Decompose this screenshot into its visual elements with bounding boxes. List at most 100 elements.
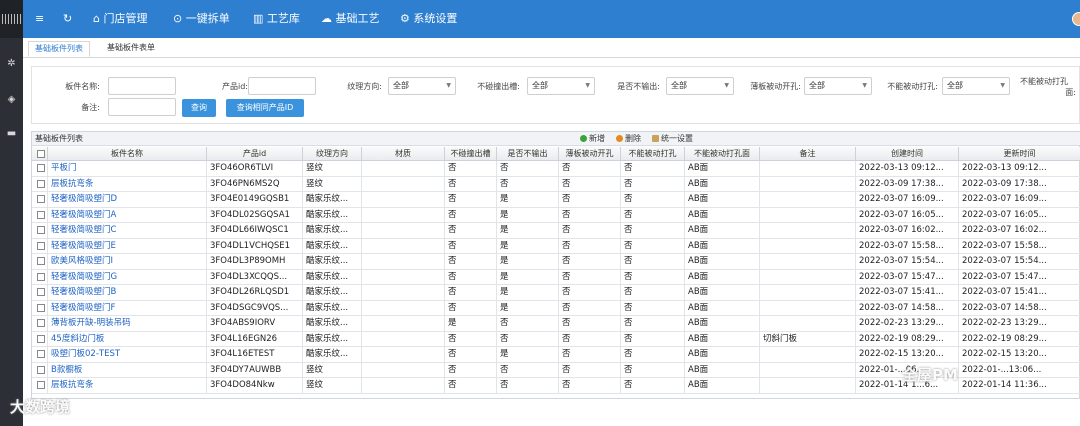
col-board-name-cell[interactable]: 45度斜边门板 bbox=[48, 331, 207, 347]
col-thin-hole-cell: 否 bbox=[559, 316, 621, 331]
col-material-header[interactable]: 材质 bbox=[362, 147, 445, 161]
row-checkbox[interactable] bbox=[37, 226, 45, 234]
col-no-hole-face-header[interactable]: 不能被动打孔面 bbox=[685, 147, 760, 161]
row-checkbox[interactable] bbox=[37, 334, 45, 343]
nav-item-split[interactable]: ⊙ 一键拆单 bbox=[173, 0, 230, 38]
row-checkbox[interactable] bbox=[37, 195, 45, 203]
row-checkbox[interactable] bbox=[37, 164, 45, 172]
row-checkbox[interactable] bbox=[37, 210, 45, 219]
col-board-name-cell[interactable]: 层板抗弯条 bbox=[48, 378, 207, 393]
select-all-checkbox[interactable] bbox=[37, 150, 45, 158]
note-label: 备注: bbox=[81, 103, 100, 112]
row-select-cell bbox=[32, 300, 48, 316]
row-checkbox[interactable] bbox=[37, 381, 45, 389]
col-product-id-header[interactable]: 产品id bbox=[207, 147, 303, 161]
col-product-id-cell: 3FO46OR6TLVI bbox=[207, 161, 303, 176]
nav-item-basic-craft[interactable]: ☁ 基础工艺 bbox=[321, 0, 380, 38]
row-select-cell bbox=[32, 316, 48, 331]
nohole-select[interactable]: 全部 ▼ bbox=[942, 77, 1010, 95]
row-select-cell bbox=[32, 285, 48, 300]
table-row[interactable]: 平板门 3FO46OR6TLVI 竖纹否否否否 AB面 2022-03-13 09:12… bbox=[32, 161, 1080, 177]
thin-select[interactable]: 全部 ▼ bbox=[804, 77, 872, 95]
nav-item-craft-library[interactable]: ▥ 工艺库 bbox=[253, 0, 300, 38]
row-checkbox[interactable] bbox=[37, 303, 45, 312]
col-created-cell: 2022-03-09 17:38... bbox=[856, 176, 959, 192]
col-board-name-cell[interactable]: 欧美风格吸塑门I bbox=[48, 254, 207, 269]
table-row[interactable]: 轻奢极简吸塑门G 3FO4DL3XCQQS... 酷家乐纹... 否是否否 AB面 202… bbox=[32, 269, 1080, 285]
col-material-cell bbox=[362, 254, 445, 269]
nav-item-settings[interactable]: ⚙ 系统设置 bbox=[400, 0, 457, 38]
refresh-icon[interactable]: ↻ bbox=[63, 0, 72, 38]
col-note-cell bbox=[760, 285, 856, 300]
tools-icon[interactable]: ✲ bbox=[5, 57, 18, 70]
table-row[interactable]: 轻奢极简吸塑门B 3FO4DL26RLQSD1 酷家乐纹... 否是否否 AB面 2022… bbox=[32, 285, 1080, 301]
delete-button[interactable]: 删除 bbox=[616, 133, 641, 144]
name-input[interactable] bbox=[108, 77, 176, 95]
row-checkbox[interactable] bbox=[37, 179, 45, 188]
table-row[interactable]: 层板抗弯条 3FO46PN6MS2Q 竖纹否否否否 AB面 2022-03-09 17:… bbox=[32, 176, 1080, 192]
tab-board-list[interactable]: 基础板件列表 bbox=[28, 41, 90, 57]
col-updated-header[interactable]: 更新时间 bbox=[959, 147, 1080, 161]
col-thin-hole-header[interactable]: 薄板被动开孔 bbox=[559, 147, 621, 161]
settings-button[interactable]: 统一设置 bbox=[652, 133, 693, 144]
col-no-groove-cell: 否 bbox=[445, 207, 497, 223]
col-board-name-cell[interactable]: 轻奢极简吸塑门C bbox=[48, 223, 207, 238]
col-grain-header[interactable]: 纹理方向 bbox=[303, 147, 362, 161]
col-board-name-cell[interactable]: 轻奢极简吸塑门A bbox=[48, 207, 207, 223]
table-row[interactable]: 吸塑门板02-TEST 3FO4L16ETEST 酷家乐纹... 否是否否 AB面 202… bbox=[32, 347, 1080, 363]
menu-icon[interactable]: ≡ bbox=[35, 0, 44, 38]
col-board-name-cell[interactable]: B款橱板 bbox=[48, 362, 207, 378]
avatar[interactable] bbox=[1072, 12, 1080, 26]
table-row[interactable]: 轻奢极简吸塑门E 3FO4DL1VCHQSE1 酷家乐纹... 否是否否 AB面 2022… bbox=[32, 238, 1080, 254]
pid-input[interactable] bbox=[248, 77, 316, 95]
row-checkbox[interactable] bbox=[37, 288, 45, 296]
col-board-name-cell[interactable]: 轻奢极简吸塑门B bbox=[48, 285, 207, 300]
col-no-output-cell: 是 bbox=[497, 254, 559, 269]
add-button[interactable]: 新增 bbox=[580, 133, 605, 144]
query-button[interactable]: 查询 bbox=[182, 99, 216, 117]
col-no-hole-face-cell: AB面 bbox=[685, 300, 760, 316]
table-row[interactable]: 轻奢极简吸塑门A 3FO4DL02SGQSA1 酷家乐纹... 否是否否 AB面 2022… bbox=[32, 207, 1080, 223]
row-checkbox[interactable] bbox=[37, 319, 45, 327]
row-checkbox[interactable] bbox=[37, 272, 45, 281]
col-no-groove-header[interactable]: 不碰撞出槽 bbox=[445, 147, 497, 161]
row-checkbox[interactable] bbox=[37, 350, 45, 358]
table-row[interactable]: 轻奢极简吸塑门C 3FO4DL66IWQSC1 酷家乐纹... 否是否否 AB面 2022… bbox=[32, 223, 1080, 239]
col-board-name-cell[interactable]: 层板抗弯条 bbox=[48, 176, 207, 192]
row-checkbox[interactable] bbox=[37, 257, 45, 265]
col-board-name-cell[interactable]: 吸塑门板02-TEST bbox=[48, 347, 207, 362]
col-no-hole-header[interactable]: 不能被动打孔 bbox=[621, 147, 685, 161]
table-row[interactable]: 薄背板开缺-明装吊码 3FO4ABS9IORV 酷家乐纹... 是否否否 AB面 2022… bbox=[32, 316, 1080, 332]
query-same-pid-button[interactable]: 查询相同产品ID bbox=[226, 99, 304, 117]
grain-select[interactable]: 全部 ▼ bbox=[388, 77, 456, 95]
tab-board-form[interactable]: 基础板件表单 bbox=[101, 41, 161, 57]
col-no-hole-face-cell: AB面 bbox=[685, 254, 760, 269]
row-checkbox[interactable] bbox=[37, 241, 45, 250]
table-row[interactable]: 欧美风格吸塑门I 3FO4DL3P89OMH 酷家乐纹... 否是否否 AB面 2022-… bbox=[32, 254, 1080, 270]
nooutput-select[interactable]: 全部 ▼ bbox=[666, 77, 734, 95]
col-created-cell: 2022-03-07 16:05... bbox=[856, 207, 959, 223]
col-no-output-cell: 是 bbox=[497, 285, 559, 300]
table-row[interactable]: 轻奢极简吸塑门F 3FO4DSGC9VQS... 酷家乐纹... 否是否否 AB面 202… bbox=[32, 300, 1080, 316]
col-board-name-cell[interactable]: 轻奢极简吸塑门D bbox=[48, 192, 207, 207]
col-created-header[interactable]: 创建时间 bbox=[856, 147, 959, 161]
col-board-name-cell[interactable]: 轻奢极简吸塑门E bbox=[48, 238, 207, 254]
col-board-name-cell[interactable]: 轻奢极简吸塑门G bbox=[48, 269, 207, 285]
nav-item-store[interactable]: ⌂ 门店管理 bbox=[93, 0, 147, 38]
col-note-header[interactable]: 备注 bbox=[760, 147, 856, 161]
col-board-name-header[interactable]: 板件名称 bbox=[48, 147, 207, 161]
row-select-cell bbox=[32, 362, 48, 378]
note-input[interactable] bbox=[108, 98, 176, 116]
col-board-name-cell[interactable]: 轻奢极简吸塑门F bbox=[48, 300, 207, 316]
row-checkbox[interactable] bbox=[37, 365, 45, 374]
diamond-icon[interactable]: ◈ bbox=[5, 93, 18, 106]
folder-icon[interactable]: ▬ bbox=[5, 127, 18, 140]
nogroove-select[interactable]: 全部 ▼ bbox=[527, 77, 595, 95]
table-row[interactable]: 轻奢极简吸塑门D 3FO4E0149GQSB1 酷家乐纹... 否是否否 AB面 2022… bbox=[32, 192, 1080, 208]
col-board-name-cell[interactable]: 薄背板开缺-明装吊码 bbox=[48, 316, 207, 331]
col-note-cell: 切斜门板 bbox=[760, 331, 856, 347]
col-board-name-cell[interactable]: 平板门 bbox=[48, 161, 207, 176]
col-no-output-header[interactable]: 是否不输出 bbox=[497, 147, 559, 161]
table-row[interactable]: 45度斜边门板 3FO4L16EGN26 酷家乐纹... 否否否否 AB面 切斜门板 202… bbox=[32, 331, 1080, 347]
col-note-cell bbox=[760, 238, 856, 254]
